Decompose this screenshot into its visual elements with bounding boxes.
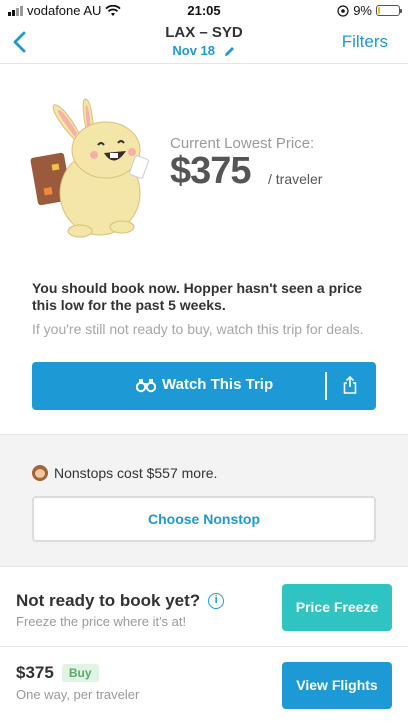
location-icon (337, 4, 349, 17)
battery-icon (376, 5, 402, 16)
pencil-icon (224, 47, 234, 57)
binoculars-icon (136, 378, 156, 392)
freeze-title-text: Not ready to book yet? (16, 591, 201, 610)
nav-bar: LAX – SYD Nov 18 Filters (0, 20, 408, 64)
price-freeze-section: Not ready to book yet? i Freeze the pric… (0, 566, 408, 646)
monkey-icon (32, 465, 48, 481)
info-icon[interactable]: i (208, 593, 225, 609)
price-freeze-button[interactable]: Price Freeze (282, 584, 392, 631)
bunny-illustration (30, 98, 149, 238)
nonstop-info: Nonstops cost $557 more. (32, 465, 217, 481)
watch-trip-content: Watch This Trip (136, 376, 273, 393)
date-label: Nov 18 (172, 43, 215, 58)
nonstop-section: Nonstops cost $557 more. Choose Nonstop (0, 434, 408, 566)
current-price: $375 (170, 150, 252, 192)
status-right: 9% (337, 3, 402, 18)
view-flights-button[interactable]: View Flights (282, 662, 392, 709)
battery-percent: 9% (353, 3, 372, 18)
choose-nonstop-button[interactable]: Choose Nonstop (32, 496, 376, 542)
status-bar: vodafone AU 21:05 9% (0, 0, 408, 20)
filters-button[interactable]: Filters (342, 32, 388, 52)
fare-type-label: One way, per traveler (16, 687, 140, 702)
booking-advice: You should book now. Hopper hasn't seen … (32, 280, 363, 313)
nonstop-text: Nonstops cost $557 more. (54, 465, 218, 481)
button-divider (325, 372, 327, 400)
bottom-price-row: $375 Buy (16, 663, 99, 683)
watch-suggestion: If you're still not ready to buy, watch … (32, 321, 364, 337)
freeze-title: Not ready to book yet? i (16, 591, 225, 611)
bottom-bar: $375 Buy One way, per traveler View Flig… (0, 646, 408, 725)
bottom-price: $375 (16, 663, 54, 682)
price-unit: / traveler (268, 171, 323, 187)
share-icon[interactable] (343, 376, 357, 394)
watch-trip-button[interactable]: Watch This Trip (32, 362, 376, 410)
freeze-subtitle: Freeze the price where it's at! (16, 614, 187, 629)
buy-badge: Buy (61, 664, 99, 682)
watch-trip-label: Watch This Trip (162, 376, 274, 393)
